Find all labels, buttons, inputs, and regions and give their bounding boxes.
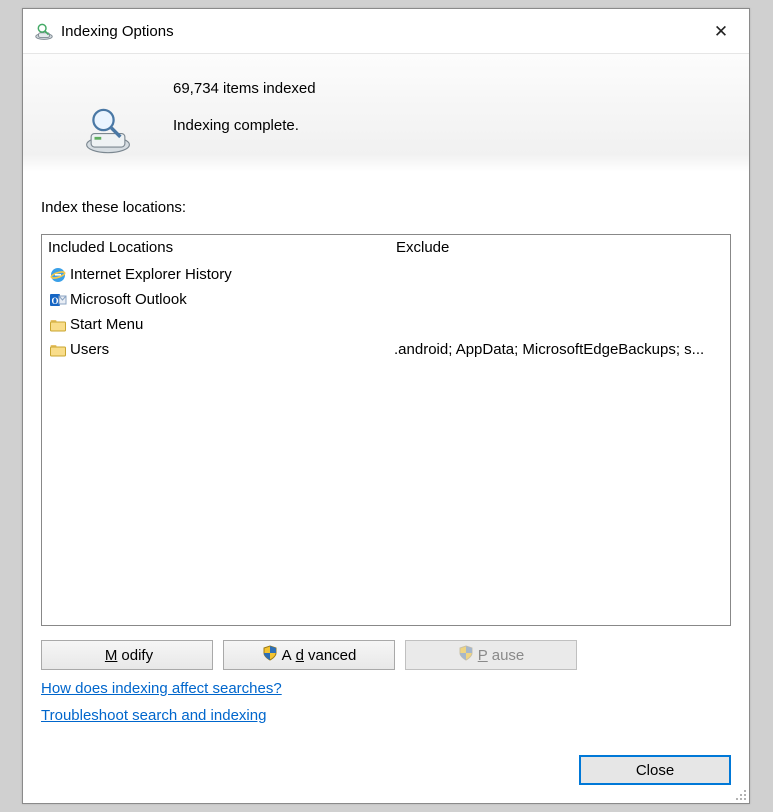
list-item[interactable]: Start Menu <box>42 312 390 337</box>
locations-list[interactable]: Included Locations Internet Explorer His… <box>41 234 731 626</box>
list-item-label: Microsoft Outlook <box>70 291 187 308</box>
outlook-icon: O <box>48 290 68 310</box>
list-item[interactable]: O Microsoft Outlook <box>42 287 390 312</box>
modify-button[interactable]: Modify <box>41 640 213 670</box>
close-button[interactable]: Close <box>579 755 731 785</box>
svg-text:O: O <box>51 296 58 306</box>
titlebar: Indexing Options ✕ <box>23 9 749 53</box>
pause-button: Pause <box>405 640 577 670</box>
status-band: 69,734 items indexed Indexing complete. <box>23 53 749 173</box>
shield-icon <box>458 645 474 665</box>
list-item-label: Users <box>70 341 109 358</box>
help-link[interactable]: How does indexing affect searches? <box>41 680 282 697</box>
indexing-options-window: Indexing Options ✕ 69,734 items indexed … <box>22 8 750 804</box>
column-header-included[interactable]: Included Locations <box>42 235 390 262</box>
indexed-count: 69,734 items indexed <box>173 80 316 97</box>
window-close-button[interactable]: ✕ <box>701 15 741 47</box>
list-item-label: Start Menu <box>70 316 143 333</box>
list-item[interactable]: Users <box>42 337 390 362</box>
shield-icon <box>262 645 278 665</box>
list-item[interactable]: Internet Explorer History <box>42 262 390 287</box>
column-header-exclude[interactable]: Exclude <box>390 235 730 262</box>
close-icon: ✕ <box>714 23 728 40</box>
ie-icon <box>48 265 68 285</box>
indexing-icon <box>33 20 55 42</box>
advanced-button[interactable]: Advanced <box>223 640 395 670</box>
status-icon <box>43 64 173 156</box>
window-title: Indexing Options <box>61 23 701 40</box>
resize-grip[interactable] <box>733 787 747 801</box>
locations-label: Index these locations: <box>41 199 731 216</box>
exclude-value[interactable]: .android; AppData; MicrosoftEdgeBackups;… <box>390 337 730 362</box>
troubleshoot-link[interactable]: Troubleshoot search and indexing <box>41 707 266 724</box>
indexing-state: Indexing complete. <box>173 117 316 134</box>
list-item-label: Internet Explorer History <box>70 266 232 283</box>
folder-icon <box>48 340 68 360</box>
folder-icon <box>48 315 68 335</box>
